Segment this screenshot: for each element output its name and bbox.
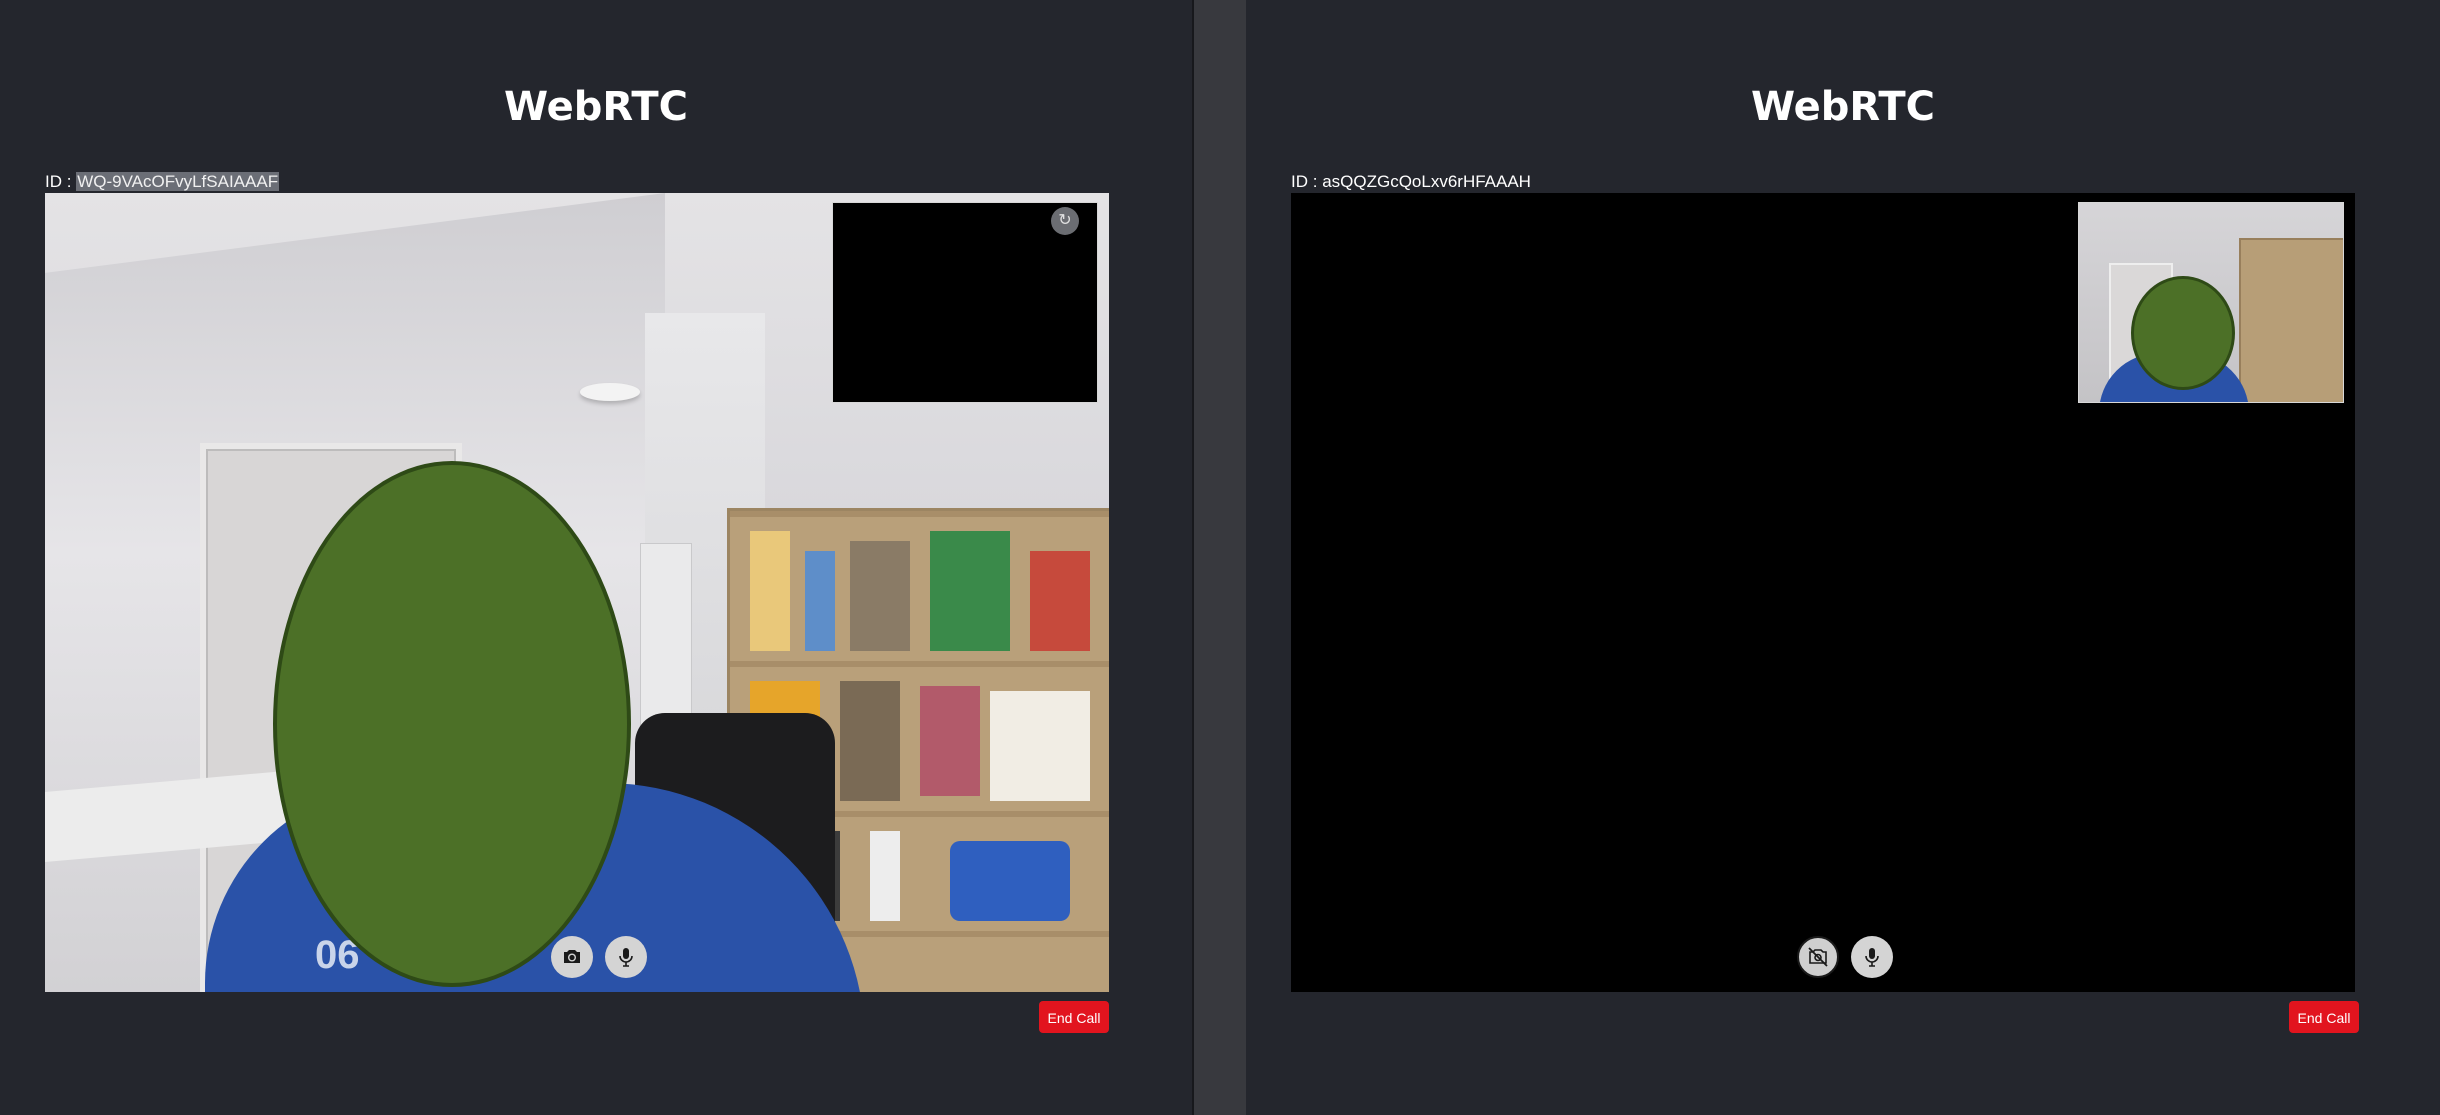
- remote-video: 06 ↻: [45, 193, 1109, 992]
- camera-switch-icon[interactable]: ↻: [1051, 207, 1079, 235]
- camera-icon: [564, 950, 580, 963]
- mic-toggle-button[interactable]: [1851, 936, 1893, 978]
- peer-id-value[interactable]: WQ-9VAcOFvyLfSAIAAAF: [76, 172, 280, 191]
- peer-id-row: ID : WQ-9VAcOFvyLfSAIAAAF: [45, 172, 280, 192]
- peer-id-label: ID :: [45, 172, 72, 191]
- right-call-panel: WebRTC ID : asQQZGcQoLxv6rHFAAAH End Cal…: [1246, 0, 2440, 1115]
- mic-icon: [619, 948, 633, 967]
- local-video-pip[interactable]: ↻: [832, 202, 1098, 403]
- page-title: WebRTC: [1750, 84, 1936, 130]
- peer-id-value[interactable]: asQQZGcQoLxv6rHFAAAH: [1322, 172, 1531, 191]
- local-video-pip[interactable]: [2078, 202, 2344, 403]
- face-mask: [2131, 276, 2235, 390]
- left-call-panel: WebRTC ID : WQ-9VAcOFvyLfSAIAAAF G: [0, 0, 1192, 1115]
- window-divider: [1192, 0, 1246, 1115]
- face-mask: [273, 461, 631, 987]
- peer-id-row: ID : asQQZGcQoLxv6rHFAAAH: [1291, 172, 1531, 192]
- end-call-button[interactable]: End Call: [1039, 1001, 1109, 1033]
- page-title: WebRTC: [503, 84, 689, 130]
- camera-off-icon: [1808, 947, 1828, 967]
- mic-toggle-button[interactable]: [605, 936, 647, 978]
- mic-icon: [1865, 948, 1879, 967]
- camera-toggle-button[interactable]: [1797, 936, 1839, 978]
- end-call-button[interactable]: End Call: [2289, 1001, 2359, 1033]
- remote-video: [1291, 193, 2355, 992]
- peer-id-label: ID :: [1291, 172, 1318, 191]
- camera-toggle-button[interactable]: [551, 936, 593, 978]
